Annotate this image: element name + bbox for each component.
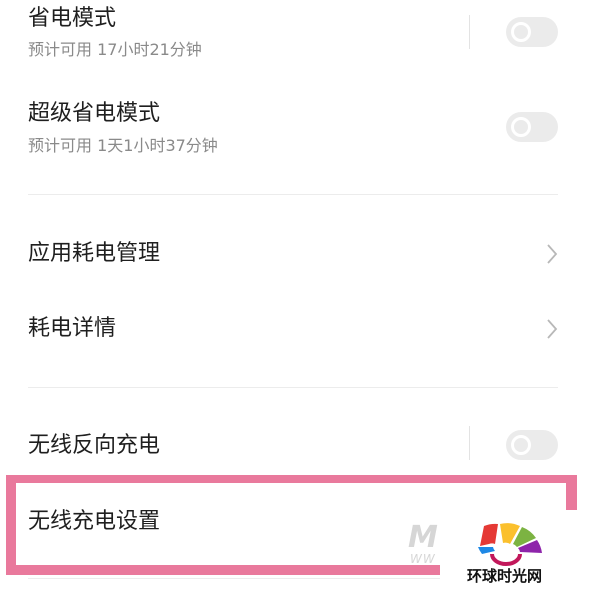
power-saving-row[interactable]: 省电模式 预计可用 17小时21分钟: [0, 0, 590, 80]
power-saving-subtitle: 预计可用 17小时21分钟: [28, 40, 202, 59]
ultra-power-saving-toggle[interactable]: [506, 112, 558, 142]
battery-usage-details-title: 耗电详情: [28, 316, 117, 341]
chevron-right-icon: [547, 244, 558, 264]
toggle-knob: [511, 22, 531, 42]
row-separator: [469, 15, 470, 49]
app-battery-management-row[interactable]: 应用耗电管理: [0, 225, 590, 285]
ultra-power-saving-row[interactable]: 超级省电模式 预计可用 1天1小时37分钟: [0, 90, 590, 170]
toggle-knob: [511, 435, 531, 455]
logo-text: 环球时光网: [467, 567, 543, 585]
section-divider: [28, 387, 558, 388]
battery-usage-details-row[interactable]: 耗电详情: [0, 300, 590, 360]
ultra-power-saving-subtitle: 预计可用 1天1小时37分钟: [28, 136, 218, 155]
power-saving-toggle[interactable]: [506, 17, 558, 47]
toggle-knob: [511, 117, 531, 137]
row-separator: [469, 426, 470, 460]
ultra-power-saving-title: 超级省电模式: [28, 101, 161, 126]
logo-icon: [478, 523, 542, 566]
reverse-wireless-charging-row[interactable]: 无线反向充电: [0, 415, 590, 475]
power-saving-title: 省电模式: [28, 6, 117, 31]
chevron-right-icon: [547, 319, 558, 339]
watermark-logo: 环球时光网: [440, 510, 590, 589]
watermark-letter: M: [408, 520, 438, 555]
watermark-letters: WW: [410, 552, 436, 566]
app-battery-management-title: 应用耗电管理: [28, 241, 161, 266]
reverse-wireless-charging-toggle[interactable]: [506, 430, 558, 460]
section-divider: [28, 194, 558, 195]
reverse-wireless-charging-title: 无线反向充电: [28, 433, 161, 458]
